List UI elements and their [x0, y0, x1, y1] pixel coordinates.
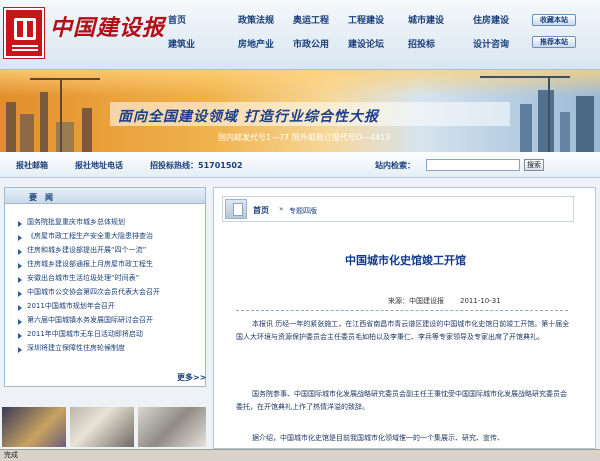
info-bar: 报社邮箱 报社地址电话 招投标热线：51701502 站内检索： 搜索 [0, 152, 600, 178]
breadcrumb: 首页 » 专题四版 [222, 196, 574, 222]
nav-realestate[interactable]: 房地产业 [238, 37, 274, 50]
search-input[interactable] [426, 159, 520, 171]
more-news-link[interactable]: 更多>> [177, 372, 206, 383]
nav-housing[interactable]: 住房建设 [473, 13, 509, 26]
news-item[interactable]: 安徽出台城市生活垃圾处理“时间表” [5, 272, 205, 286]
document-icon [225, 199, 247, 219]
news-item[interactable]: 住房和城乡建设部提出开展“四个一流” [5, 244, 205, 258]
article-title: 中国城市化史馆竣工开馆 [345, 254, 466, 267]
nav-municipal[interactable]: 市政公用 [293, 37, 329, 50]
news-panel-title: 要闻 [29, 193, 61, 202]
breadcrumb-category[interactable]: 专题四版 [289, 206, 317, 216]
news-photo[interactable] [70, 407, 134, 447]
news-item[interactable]: 深圳将建立保障性住房轮候制度 [5, 342, 205, 356]
photo-strip [2, 407, 206, 447]
article-source: 来源：中国建设报 [388, 297, 444, 305]
site-logo-text[interactable]: 中国建设报 [50, 10, 165, 42]
news-panel-header: 要闻 [5, 188, 205, 204]
nav-bidding[interactable]: 招投标 [408, 37, 435, 50]
news-photo[interactable] [138, 407, 206, 447]
banner: 面向全国建设领域 打造行业综合性大报 国内邮发代号1—77 国外邮局订报代号D—… [0, 70, 600, 152]
address-phone-link[interactable]: 报社地址电话 [75, 160, 123, 171]
news-panel: 要闻 国务院批复重庆市城乡总体规划 《房屋市政工程生产安全重大隐患排查治 住房和… [4, 187, 206, 387]
favorite-button[interactable]: 收藏本站 [532, 14, 576, 26]
recommend-button[interactable]: 推荐本站 [532, 36, 576, 48]
site-logo-icon[interactable] [3, 7, 45, 59]
article-paragraph: 本报讯 历经一年的紧张施工，在江西省南昌市青云谱区建设的中国城市化史馆日前竣工开… [236, 320, 570, 341]
news-item[interactable]: 2011年中国城市无车日活动即将启动 [5, 328, 205, 342]
article-date: 2011-10-31 [460, 297, 501, 305]
article-meta: 来源：中国建设报 2011-10-31 [388, 296, 501, 306]
banner-subscription: 国内邮发代号1—77 国外邮局订报代号D—4413 [218, 133, 391, 142]
article-panel: 首页 » 专题四版 中国城市化史馆竣工开馆 来源：中国建设报 2011-10-31… [213, 187, 596, 449]
nav-olympic[interactable]: 奥运工程 [293, 13, 329, 26]
status-bar: 完成 [0, 449, 600, 461]
nav-construction[interactable]: 建筑业 [168, 37, 195, 50]
breadcrumb-home[interactable]: 首页 [253, 205, 269, 216]
news-item[interactable]: 国务院批复重庆市城乡总体规划 [5, 216, 205, 230]
bidding-hotline: 招投标热线：51701502 [150, 161, 243, 170]
news-item[interactable]: 住房城乡建设部通报上月房屋市政工程生 [5, 258, 205, 272]
search-button[interactable]: 搜索 [524, 159, 544, 171]
divider [236, 310, 568, 311]
page: 中国建设报 首页 政策法规 奥运工程 工程建设 城市建设 住房建设 建筑业 房地… [0, 0, 600, 461]
search-label: 站内检索： [375, 161, 415, 170]
nav-engineering[interactable]: 工程建设 [348, 13, 384, 26]
nav-policy[interactable]: 政策法规 [238, 13, 274, 26]
breadcrumb-separator: » [279, 205, 284, 213]
nav-forum[interactable]: 建设论坛 [348, 37, 384, 50]
site-header: 中国建设报 首页 政策法规 奥运工程 工程建设 城市建设 住房建设 建筑业 房地… [0, 0, 600, 70]
news-item[interactable]: 《房屋市政工程生产安全重大隐患排查治 [5, 230, 205, 244]
news-photo[interactable] [2, 407, 66, 447]
nav-urban[interactable]: 城市建设 [408, 13, 444, 26]
nav-home[interactable]: 首页 [168, 13, 186, 26]
news-item[interactable]: 第六届中国城镇水务发展国际研讨会召开 [5, 314, 205, 328]
news-item[interactable]: 2011中国城市规划年会召开 [5, 300, 205, 314]
nav-design[interactable]: 设计咨询 [473, 37, 509, 50]
news-list: 国务院批复重庆市城乡总体规划 《房屋市政工程生产安全重大隐患排查治 住房和城乡建… [5, 216, 205, 356]
mailbox-link[interactable]: 报社邮箱 [16, 160, 48, 171]
article-paragraph: 据介绍，中国城市化史馆是目前我国城市化领域惟一的一个集展示、研究、宣传、 [252, 434, 504, 442]
article-paragraph: 国务院参事、中国国际城市化发展战略研究委员会副主任王秉忱受中国国际城市化发展战略… [236, 390, 567, 411]
banner-slogan: 面向全国建设领域 打造行业综合性大报 [118, 109, 379, 125]
news-item[interactable]: 中国城市公交协会第四次会员代表大会召开 [5, 286, 205, 300]
